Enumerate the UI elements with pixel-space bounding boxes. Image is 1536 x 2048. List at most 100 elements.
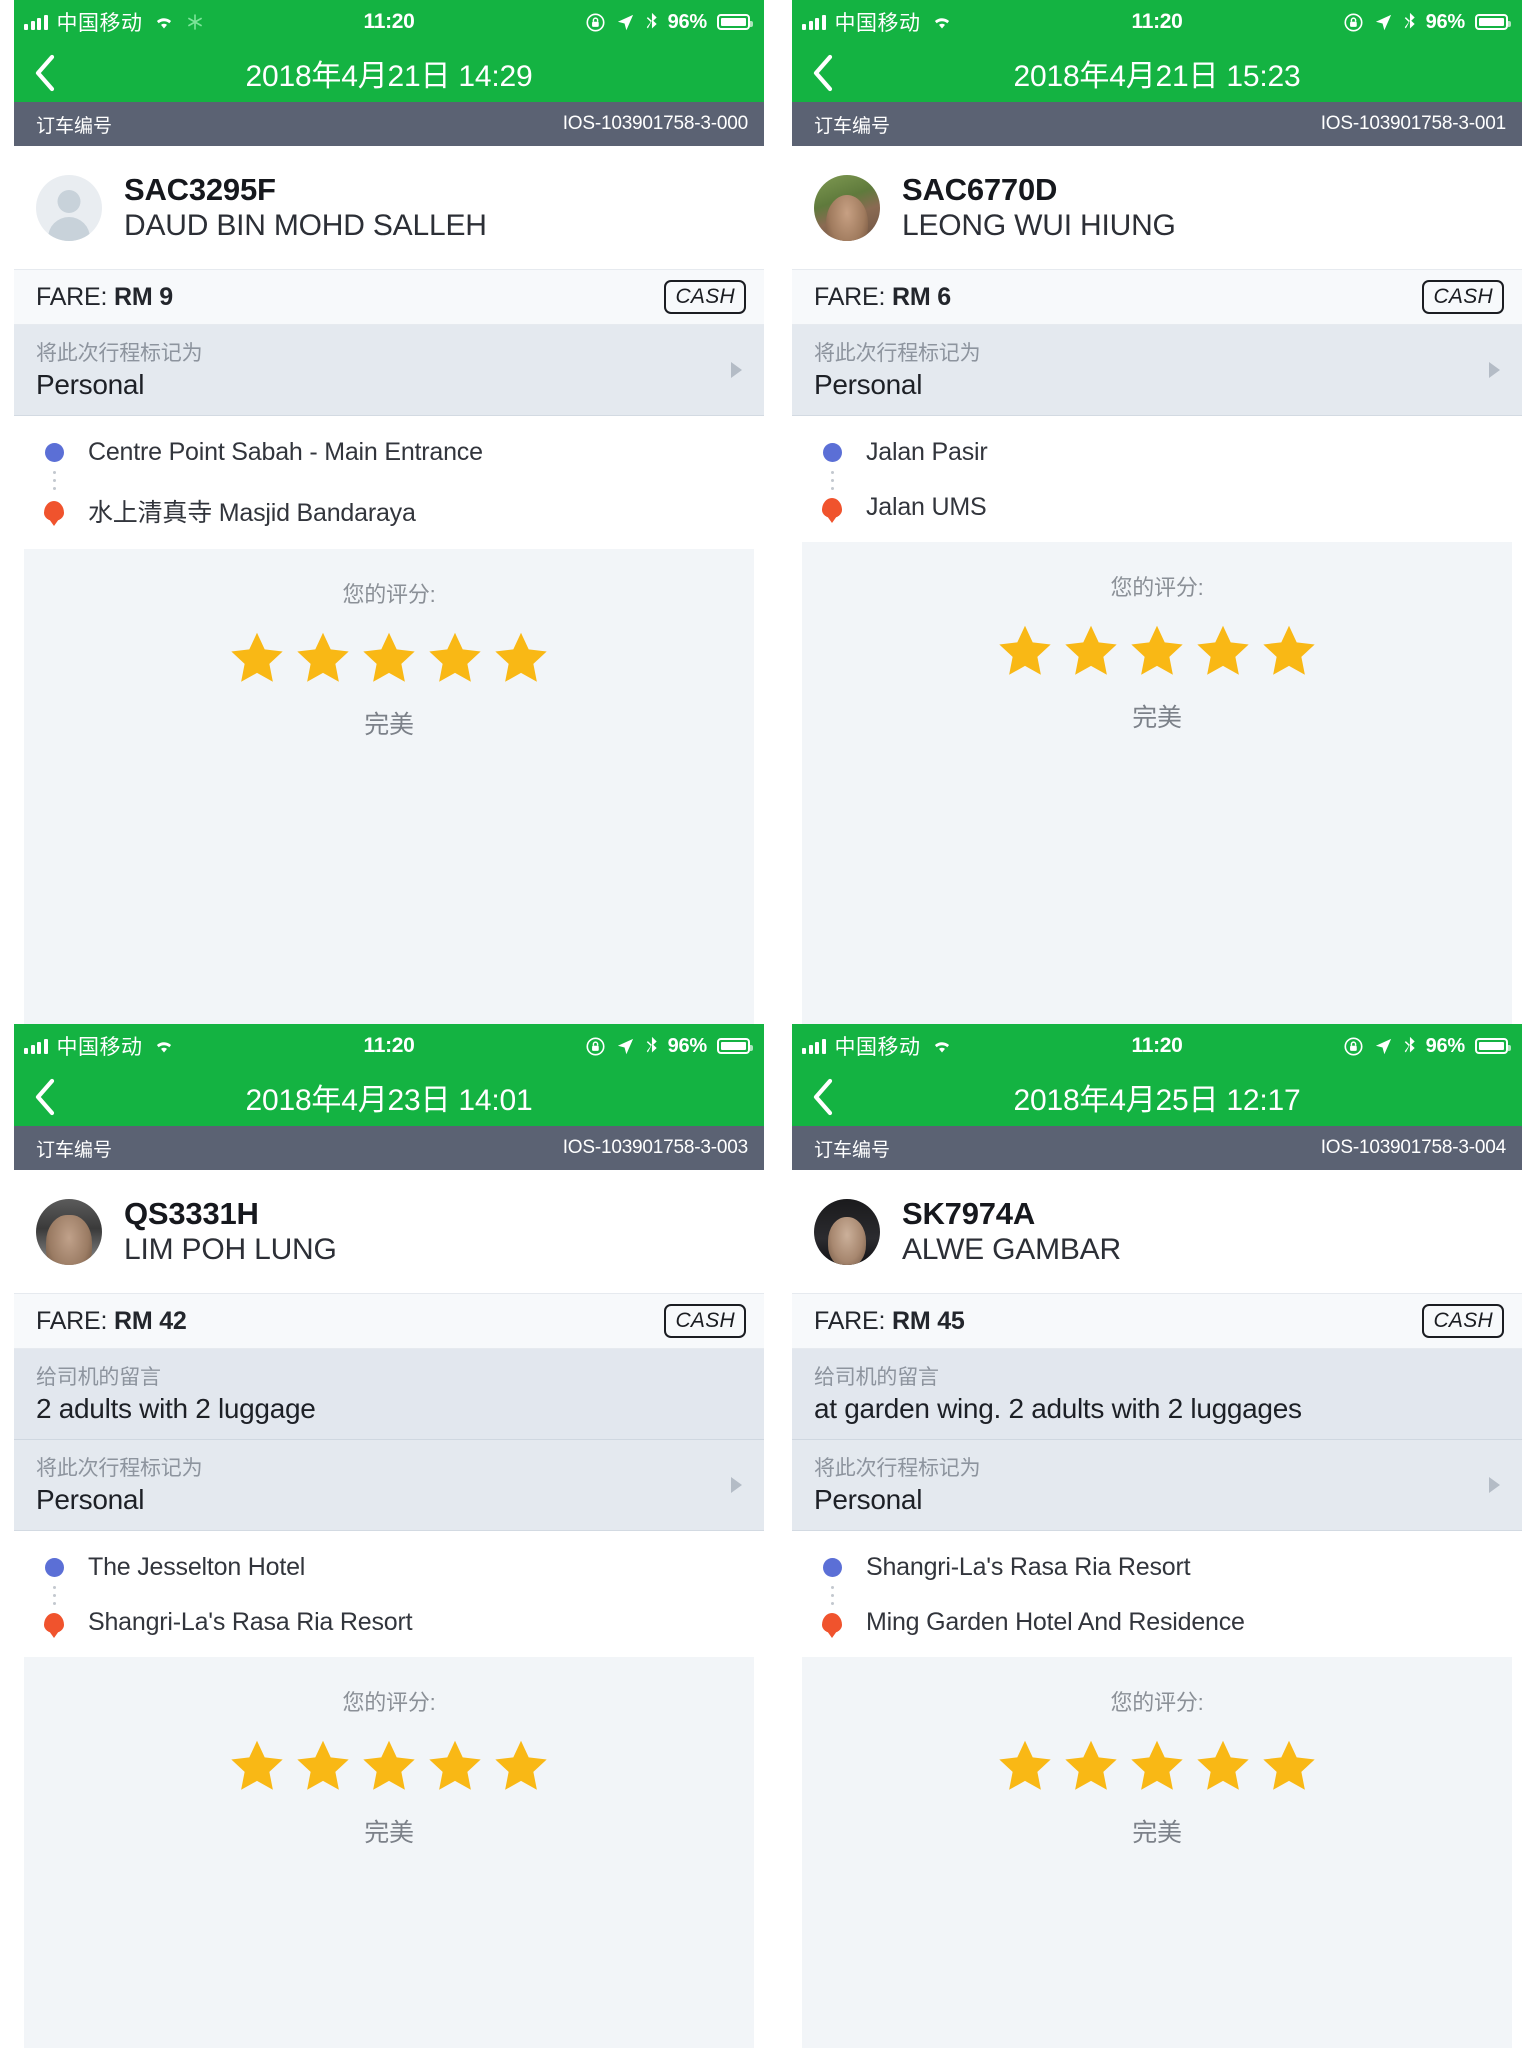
route-dashes [53,467,764,493]
star-rating[interactable] [997,624,1317,678]
location-arrow-icon [1375,14,1391,30]
star-rating[interactable] [229,631,549,685]
driver-message-field[interactable]: 给司机的留言 2 adults with 2 luggage [14,1349,764,1440]
driver-message-field[interactable]: 给司机的留言 at garden wing. 2 adults with 2 l… [792,1349,1522,1440]
battery-percent-label: 96% [1425,1034,1466,1057]
star-icon[interactable] [1063,624,1119,678]
chevron-right-icon [731,1477,742,1493]
status-bar: 中国移动 11:20 96% [14,1024,764,1068]
chevron-right-icon [731,362,742,378]
star-rating[interactable] [229,1739,549,1793]
star-icon[interactable] [1063,1739,1119,1793]
star-icon[interactable] [1129,1739,1185,1793]
status-bar: 中国移动 11:20 96% [792,0,1522,44]
dropoff-pin-icon [44,501,64,521]
battery-icon [717,14,753,30]
chevron-left-icon [35,1078,55,1116]
page-title: 2018年4月23日 14:01 [245,1084,533,1117]
driver-info[interactable]: SK7974A ALWE GAMBAR [792,1170,1522,1293]
star-icon[interactable] [229,631,285,685]
order-number-bar: 订车编号 IOS-103901758-3-001 [792,102,1522,146]
fare-label: FARE: RM 9 [36,282,173,311]
rating-title: 您的评分: [1110,1690,1204,1715]
fare-row: FARE: RM 42 CASH [14,1293,764,1349]
rating-word: 完美 [1132,1819,1182,1847]
trip-tag-value: Personal [814,1484,923,1515]
payment-method-badge: CASH [664,1304,746,1338]
star-icon[interactable] [1261,1739,1317,1793]
order-number-bar: 订车编号 IOS-103901758-3-003 [14,1126,764,1170]
trip-tag-field[interactable]: 将此次行程标记为 Personal [792,1440,1522,1531]
pickup-dot-icon [45,443,64,462]
nav-bar: 2018年4月21日 15:23 [792,44,1522,102]
nav-bar: 2018年4月25日 12:17 [792,1068,1522,1126]
back-button[interactable] [792,44,854,102]
star-icon[interactable] [229,1739,285,1793]
driver-message-label: 给司机的留言 [36,1366,161,1389]
battery-percent-label: 96% [1425,10,1466,33]
rating-title: 您的评分: [342,582,436,607]
order-number-label: 订车编号 [814,115,891,137]
star-icon[interactable] [427,631,483,685]
status-bar-right: 96% [1343,0,1511,44]
trip-tag-field[interactable]: 将此次行程标记为 Personal [792,325,1522,416]
dropoff-row: Shangri-La's Rasa Ria Resort [44,1608,764,1637]
route-dashes [831,1582,1522,1608]
star-rating[interactable] [997,1739,1317,1793]
dropoff-row: Jalan UMS [822,493,1522,522]
driver-plate: SAC3295F [124,172,276,207]
order-number-label: 订车编号 [36,1139,113,1161]
star-icon[interactable] [361,631,417,685]
driver-info[interactable]: SAC6770D LEONG WUI HIUNG [792,146,1522,269]
driver-name: ALWE GAMBAR [902,1233,1121,1266]
star-icon[interactable] [1195,1739,1251,1793]
order-number-bar: 订车编号 IOS-103901758-3-004 [792,1126,1522,1170]
route-section: Centre Point Sabah - Main Entrance 水上清真寺… [14,416,764,549]
trip-detail-panel-1: 中国移动 11:20 96% 2018年4月21日 14:29 订车编号 IOS… [0,0,780,1024]
star-icon[interactable] [493,631,549,685]
star-icon[interactable] [997,624,1053,678]
trip-tag-label: 将此次行程标记为 [814,1457,981,1480]
dropoff-address: 水上清真寺 Masjid Bandaraya [88,499,416,527]
driver-message-value: 2 adults with 2 luggage [36,1393,316,1424]
route-section: Jalan Pasir Jalan UMS [792,416,1522,542]
payment-method-badge: CASH [664,280,746,314]
status-bar: 中国移动 11:20 96% [792,1024,1522,1068]
trip-tag-label: 将此次行程标记为 [814,342,981,365]
rating-word: 完美 [1132,704,1182,732]
back-button[interactable] [14,44,76,102]
trip-tag-value: Personal [36,1484,145,1515]
avatar [36,174,102,241]
pickup-row: The Jesselton Hotel [44,1553,764,1582]
battery-percent-label: 96% [667,10,708,33]
star-icon[interactable] [997,1739,1053,1793]
rating-section: 您的评分: 完美 [24,1657,754,2048]
driver-message-label: 给司机的留言 [814,1366,939,1389]
star-icon[interactable] [1129,624,1185,678]
star-icon[interactable] [295,1739,351,1793]
star-icon[interactable] [1261,624,1317,678]
star-icon[interactable] [1195,624,1251,678]
location-arrow-icon [617,1038,633,1054]
driver-info[interactable]: SAC3295F DAUD BIN MOHD SALLEH [14,146,764,269]
fare-amount: RM 42 [114,1306,187,1335]
star-icon[interactable] [295,631,351,685]
chevron-right-icon [1489,362,1500,378]
driver-text: SK7974A ALWE GAMBAR [902,1196,1121,1267]
back-button[interactable] [792,1068,854,1126]
driver-text: SAC3295F DAUD BIN MOHD SALLEH [124,172,487,243]
pickup-row: Shangri-La's Rasa Ria Resort [822,1553,1522,1582]
dropoff-address: Shangri-La's Rasa Ria Resort [88,1608,413,1636]
page-title: 2018年4月21日 15:23 [1013,60,1301,93]
trip-tag-field[interactable]: 将此次行程标记为 Personal [14,325,764,416]
order-number-label: 订车编号 [36,115,113,137]
star-icon[interactable] [361,1739,417,1793]
trip-tag-field[interactable]: 将此次行程标记为 Personal [14,1440,764,1531]
back-button[interactable] [14,1068,76,1126]
driver-text: QS3331H LIM POH LUNG [124,1196,337,1267]
star-icon[interactable] [427,1739,483,1793]
star-icon[interactable] [493,1739,549,1793]
driver-info[interactable]: QS3331H LIM POH LUNG [14,1170,764,1293]
dropoff-address: Jalan UMS [866,493,987,521]
rating-section: 您的评分: 完美 [24,549,754,1024]
